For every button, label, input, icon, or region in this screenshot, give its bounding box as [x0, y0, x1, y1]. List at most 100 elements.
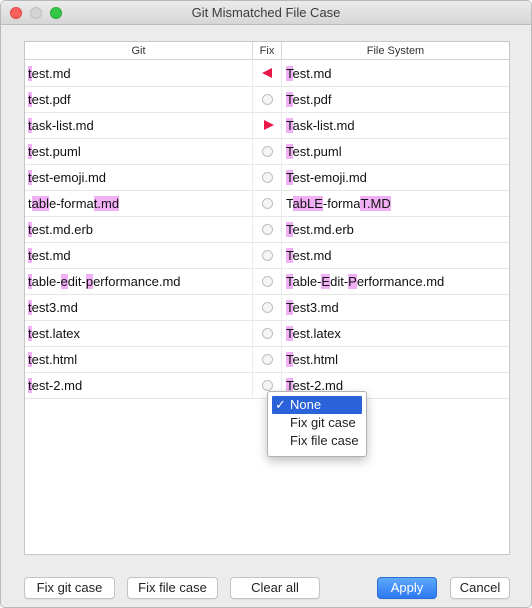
filename-segment: dit-	[67, 274, 86, 289]
file-system-filename: Test.md	[286, 243, 508, 268]
git-filename: test.html	[28, 347, 252, 372]
no-fix-radio-icon[interactable]	[262, 94, 273, 105]
filename-segment: est3.md	[31, 300, 78, 315]
checkmark-icon: ✓	[275, 397, 286, 412]
file-system-filename: Test.md	[286, 61, 508, 86]
no-fix-radio-icon[interactable]	[262, 224, 273, 235]
fix-file-case-arrow-icon[interactable]	[264, 120, 274, 130]
git-filename: table-edit-performance.md	[28, 269, 252, 294]
filename-segment: est.md	[292, 248, 332, 263]
menu-item-fix-file-case[interactable]: Fix file case	[268, 432, 366, 450]
file-system-filename: Task-list.md	[286, 113, 508, 138]
fix-cell[interactable]	[252, 243, 282, 268]
fix-cell[interactable]	[252, 295, 282, 320]
fix-git-case-arrow-icon[interactable]	[262, 68, 272, 78]
git-filename: task-list.md	[28, 113, 252, 138]
fix-cell[interactable]	[252, 165, 282, 190]
case-mismatch-highlight: E	[321, 274, 331, 289]
filename-segment: est.html	[292, 352, 339, 367]
filename-segment: erformance.md	[356, 274, 445, 289]
git-filename: test.md.erb	[28, 217, 252, 242]
table-row[interactable]: table-format.md TabLE-formaT.MD	[25, 191, 509, 217]
table-row[interactable]: test.latex Test.latex	[25, 321, 509, 347]
no-fix-radio-icon[interactable]	[262, 146, 273, 157]
table-row[interactable]: test-emoji.md Test-emoji.md	[25, 165, 509, 191]
fix-cell[interactable]	[252, 269, 282, 294]
git-filename: test3.md	[28, 295, 252, 320]
table-row[interactable]: table-edit-performance.md Table-Edit-Perf…	[25, 269, 509, 295]
no-fix-radio-icon[interactable]	[262, 380, 273, 391]
git-filename: test.puml	[28, 139, 252, 164]
fix-cell[interactable]	[252, 347, 282, 372]
menu-item-none[interactable]: ✓ None	[272, 396, 362, 414]
git-filename: test-2.md	[28, 373, 252, 398]
file-system-filename: Test.html	[286, 347, 508, 372]
no-fix-radio-icon[interactable]	[262, 354, 273, 365]
filename-segment: est.md	[31, 248, 71, 263]
filename-segment: ask-list.md	[31, 118, 94, 133]
fix-cell[interactable]	[252, 217, 282, 242]
column-header-file-system[interactable]: File System	[282, 42, 509, 60]
case-mismatch-highlight: abLE	[292, 196, 323, 211]
filename-segment: est.md	[31, 66, 71, 81]
no-fix-radio-icon[interactable]	[262, 250, 273, 261]
git-filename: test.md	[28, 61, 252, 86]
fix-option-menu: ✓ None Fix git case Fix file case	[267, 391, 367, 457]
filename-segment: ask-list.md	[292, 118, 355, 133]
file-system-filename: Test.md.erb	[286, 217, 508, 242]
menu-item-fix-git-case[interactable]: Fix git case	[268, 414, 366, 432]
no-fix-radio-icon[interactable]	[262, 172, 273, 183]
fix-cell[interactable]	[252, 321, 282, 346]
filename-segment: est.pdf	[31, 92, 71, 107]
no-fix-radio-icon[interactable]	[262, 276, 273, 287]
fix-cell[interactable]	[252, 61, 282, 86]
filename-segment: est.latex	[292, 326, 341, 341]
filename-segment: able-	[31, 274, 61, 289]
table-row[interactable]: test.md.erb Test.md.erb	[25, 217, 509, 243]
fix-file-case-button[interactable]: Fix file case	[127, 577, 218, 599]
case-mismatch-highlight: e	[60, 274, 68, 289]
filename-segment: est.html	[31, 352, 78, 367]
column-header-git[interactable]: Git	[25, 42, 252, 60]
clear-all-button[interactable]: Clear all	[230, 577, 320, 599]
filename-segment: able-	[292, 274, 322, 289]
fix-cell[interactable]	[252, 87, 282, 112]
filename-segment: est.md	[292, 66, 332, 81]
filename-segment: -forma	[322, 196, 361, 211]
table-row[interactable]: task-list.md Task-list.md	[25, 113, 509, 139]
filename-segment: e-forma	[48, 196, 94, 211]
no-fix-radio-icon[interactable]	[262, 302, 273, 313]
file-system-filename: Test.pdf	[286, 87, 508, 112]
filename-segment: est.md.erb	[31, 222, 94, 237]
no-fix-radio-icon[interactable]	[262, 328, 273, 339]
case-mismatch-highlight: P	[348, 274, 357, 289]
table-row[interactable]: test3.md Test3.md	[25, 295, 509, 321]
table-row[interactable]: test.md Test.md	[25, 243, 509, 269]
filename-segment: est.puml	[292, 144, 342, 159]
no-fix-radio-icon[interactable]	[262, 198, 273, 209]
apply-button[interactable]: Apply	[377, 577, 437, 599]
table-row[interactable]: test.puml Test.puml	[25, 139, 509, 165]
filename-segment: erformance.md	[93, 274, 181, 289]
fix-git-case-button[interactable]: Fix git case	[24, 577, 115, 599]
file-system-filename: Test3.md	[286, 295, 508, 320]
filename-segment: T	[286, 196, 293, 211]
git-filename: test.md	[28, 243, 252, 268]
fix-cell[interactable]	[252, 139, 282, 164]
menu-item-label: Fix git case	[290, 415, 356, 430]
table-row[interactable]: test.md Test.md	[25, 61, 509, 87]
git-filename: test.pdf	[28, 87, 252, 112]
menu-item-label: Fix file case	[290, 433, 359, 448]
fix-cell[interactable]	[252, 113, 282, 138]
fix-cell[interactable]	[252, 191, 282, 216]
git-filename: test.latex	[28, 321, 252, 346]
file-system-filename: Test.latex	[286, 321, 508, 346]
title-bar: Git Mismatched File Case	[1, 1, 531, 25]
cancel-button[interactable]: Cancel	[450, 577, 510, 599]
file-system-filename: TabLE-formaT.MD	[286, 191, 508, 216]
table-row[interactable]: test.pdf Test.pdf	[25, 87, 509, 113]
case-mismatch-highlight: t.md	[93, 196, 120, 211]
column-header-fix[interactable]: Fix	[252, 42, 282, 60]
git-filename: test-emoji.md	[28, 165, 252, 190]
table-row[interactable]: test.html Test.html	[25, 347, 509, 373]
